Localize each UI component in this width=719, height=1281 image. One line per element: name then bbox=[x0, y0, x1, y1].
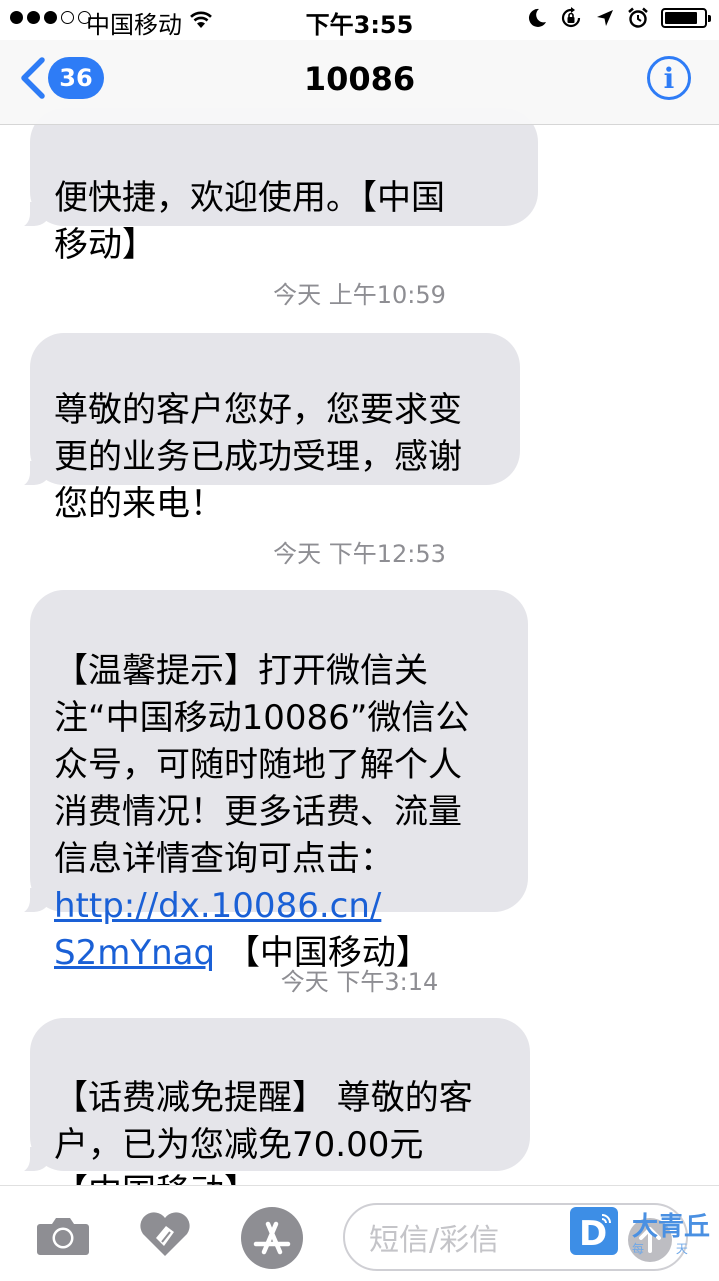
app-store-button[interactable] bbox=[240, 1206, 304, 1274]
watermark-logo: D bbox=[568, 1205, 620, 1261]
watermark-text: 大青丘 bbox=[632, 1212, 711, 1242]
message-bubble-1: 便快捷，欢迎使用。【中国 移动】 bbox=[16, 108, 538, 265]
message-timestamp: 今天 下午3:14 bbox=[280, 968, 439, 996]
message-bubble-3: 【温馨提示】打开微信关 注“中国移动10086”微信公 众号，可随时随地了解个人… bbox=[16, 590, 528, 973]
info-icon: i bbox=[663, 61, 675, 95]
message-timestamp: 今天 下午12:53 bbox=[273, 540, 446, 568]
message-list[interactable]: 便快捷，欢迎使用。【中国 移动】 今天 上午10:59 尊敬的客户您好，您要求变… bbox=[0, 0, 719, 1212]
message-timestamp: 今天 上午10:59 bbox=[273, 281, 446, 309]
camera-button[interactable] bbox=[36, 1214, 90, 1260]
camera-icon bbox=[37, 1218, 89, 1255]
app-store-icon bbox=[241, 1207, 303, 1269]
digital-touch-button[interactable] bbox=[138, 1208, 192, 1262]
message-bubble-2: 尊敬的客户您好，您要求变 更的业务已成功受理，感谢 您的来电！ bbox=[16, 333, 520, 524]
watermark-small-text: 每 天 bbox=[632, 1242, 702, 1256]
info-button[interactable]: i bbox=[647, 56, 691, 100]
message-bubble-4: 【话费减免提醒】 尊敬的客 户，已为您减免70.00元 【中国移动】 bbox=[16, 1018, 530, 1212]
message-input-placeholder: 短信/彩信 bbox=[369, 1223, 500, 1258]
message-text: 便快捷，欢迎使用。【中国 移动】 bbox=[54, 178, 445, 265]
navigation-bar: 36 10086 i bbox=[0, 40, 719, 125]
message-text: 尊敬的客户您好，您要求变 更的业务已成功受理，感谢 您的来电！ bbox=[54, 390, 462, 524]
conversation-title: 10086 bbox=[303, 60, 416, 98]
message-text: 【温馨提示】打开微信关 注“中国移动10086”微信公 众号，可随时随地了解个人… bbox=[54, 651, 470, 879]
digital-touch-heart-icon bbox=[140, 1212, 190, 1256]
